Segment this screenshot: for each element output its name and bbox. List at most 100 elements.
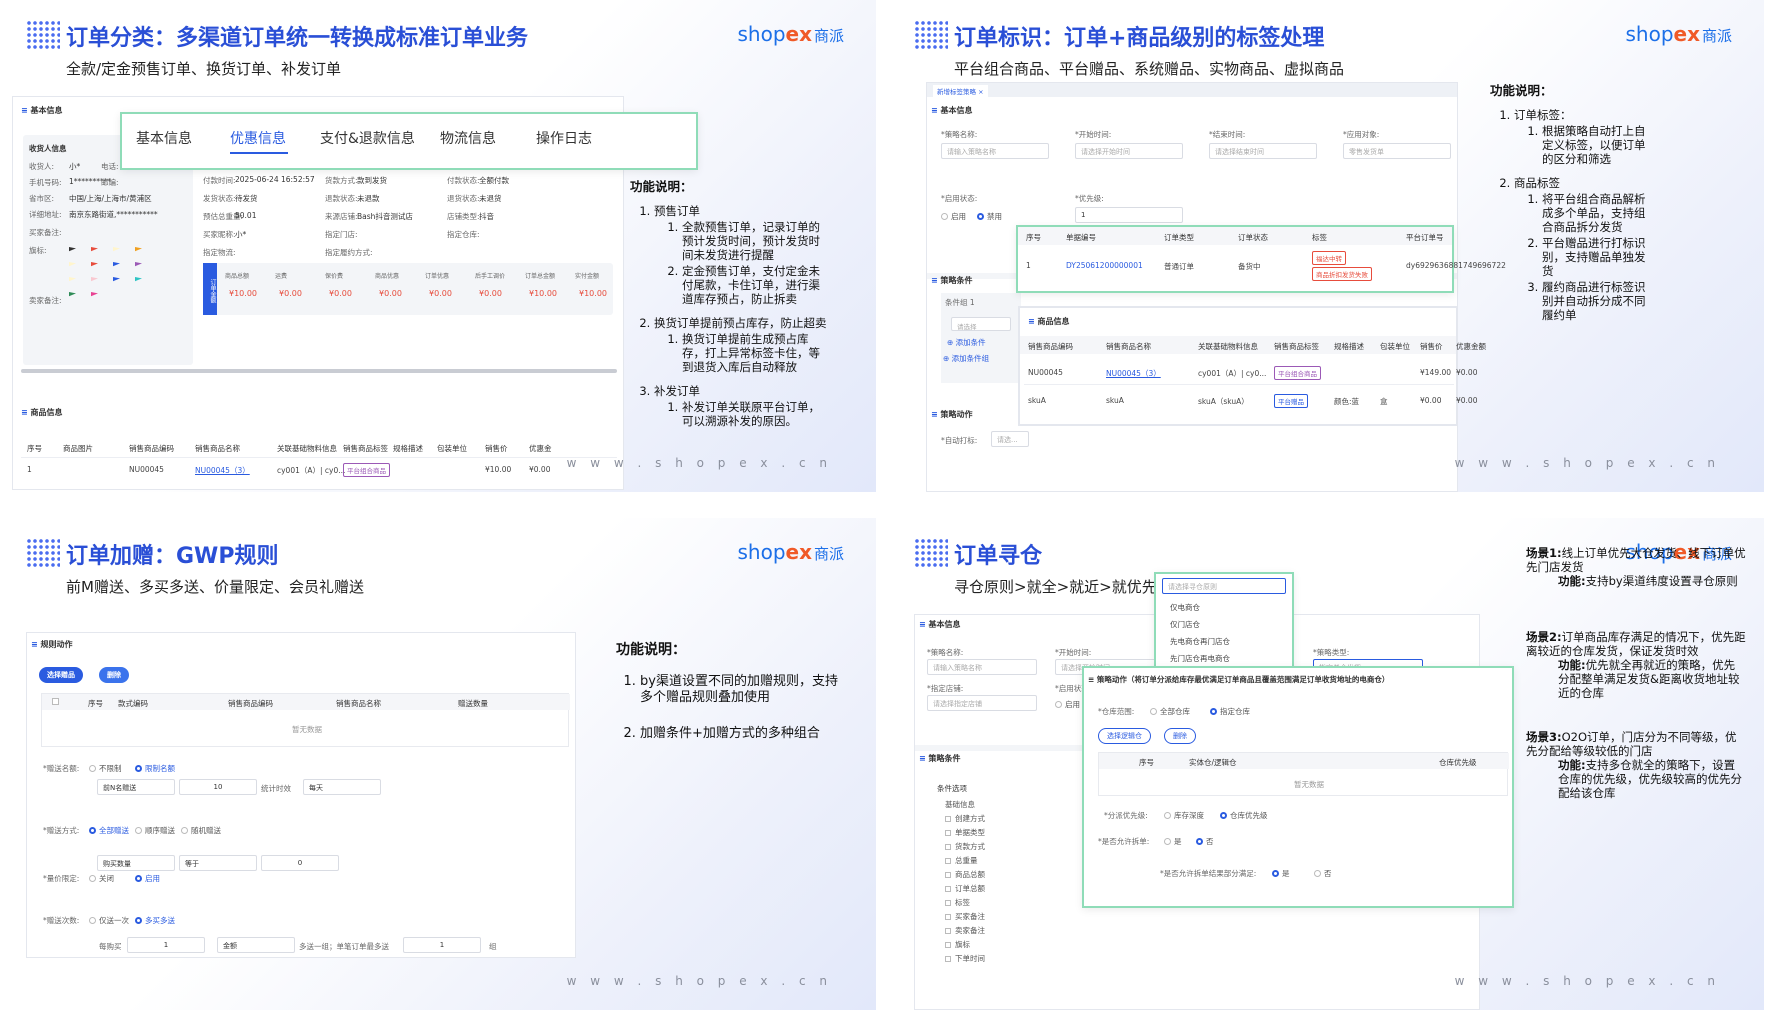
- goods-cell[interactable]: NU00045（3）: [195, 465, 250, 476]
- cond-select[interactable]: 请选择: [951, 317, 1011, 331]
- rule-option[interactable]: 仅电商仓: [1170, 602, 1200, 613]
- strategy-field-input[interactable]: 请选择结束时间: [1209, 143, 1317, 159]
- topn-select[interactable]: 前N名赠送: [97, 779, 175, 795]
- buy-qty-select[interactable]: 购买数量: [97, 855, 175, 871]
- radio-specified-wh[interactable]: 指定仓库: [1210, 706, 1250, 717]
- strategy-field-input[interactable]: 请输入策略名称: [941, 143, 1049, 159]
- radio-enable[interactable]: 启用: [941, 211, 966, 222]
- order-cell[interactable]: DY25061200000001: [1066, 261, 1143, 270]
- strategy-field-input[interactable]: 请选择开始时间: [1075, 143, 1183, 159]
- select-logic-wh-button[interactable]: 选择逻辑仓: [1098, 728, 1151, 744]
- cond-checkbox[interactable]: [945, 886, 951, 892]
- tab-1[interactable]: 优惠信息: [230, 128, 286, 148]
- flag-icon[interactable]: [91, 277, 98, 282]
- rule-radio[interactable]: 多买多送: [135, 915, 175, 926]
- topn-input[interactable]: 10: [179, 779, 257, 795]
- delete-button[interactable]: 删除: [1164, 728, 1196, 744]
- stat-select[interactable]: 每天: [303, 779, 381, 795]
- rule-radio[interactable]: 随机赠送: [181, 825, 221, 836]
- rule-radio[interactable]: 关闭: [89, 873, 114, 884]
- rule-radio[interactable]: 仅送一次: [89, 915, 129, 926]
- amount-select[interactable]: 金额: [217, 937, 295, 953]
- flag-icon[interactable]: [91, 292, 98, 297]
- add-condition-link[interactable]: ⊕ 添加条件: [947, 337, 986, 348]
- cond-item[interactable]: 旗标: [945, 939, 970, 950]
- cond-checkbox[interactable]: [945, 942, 951, 948]
- cond-item[interactable]: 创建方式: [945, 813, 985, 824]
- rule-select[interactable]: 请选择寻仓原则: [1162, 578, 1286, 594]
- flag-icon[interactable]: [135, 262, 142, 267]
- cond-item[interactable]: 基础信息: [945, 799, 975, 810]
- flag-icon[interactable]: [69, 247, 76, 252]
- radio-enable[interactable]: 启用: [1055, 699, 1080, 710]
- cond-checkbox[interactable]: [945, 816, 951, 822]
- strategy-field-input[interactable]: 零售发货单: [1343, 143, 1451, 159]
- tab-4[interactable]: 操作日志: [536, 128, 592, 148]
- shop-select[interactable]: 请选择指定店铺: [927, 695, 1037, 711]
- cond-item[interactable]: 卖家备注: [945, 925, 985, 936]
- goods-cell[interactable]: NU00045（3）: [1106, 368, 1161, 379]
- radio-all-wh[interactable]: 全部仓库: [1150, 706, 1190, 717]
- cond-checkbox[interactable]: [945, 830, 951, 836]
- rule-option[interactable]: 仅门店仓: [1170, 619, 1200, 630]
- order-field-label: 付款时间:: [203, 176, 236, 185]
- rule-radio[interactable]: 不限制: [89, 763, 122, 774]
- add-condition-group-link[interactable]: ⊕ 添加条件组: [943, 353, 989, 364]
- rule-radio[interactable]: 顺序赠送: [135, 825, 175, 836]
- tab-3[interactable]: 物流信息: [440, 128, 496, 148]
- cond-item[interactable]: 标签: [945, 897, 970, 908]
- radio-split-no[interactable]: 否: [1196, 836, 1214, 847]
- rule-radio[interactable]: 全部赠送: [89, 825, 129, 836]
- priority-input[interactable]: 1: [1075, 207, 1183, 223]
- auto-tag-select[interactable]: 请选...: [991, 431, 1029, 447]
- tab-0[interactable]: 基本信息: [136, 128, 192, 148]
- threshold-input[interactable]: 0: [261, 855, 339, 871]
- cond-checkbox[interactable]: [945, 872, 951, 878]
- delete-button[interactable]: 删除: [99, 667, 129, 683]
- flag-icon[interactable]: [113, 247, 120, 252]
- flag-icon[interactable]: [91, 247, 98, 252]
- select-all-checkbox[interactable]: [52, 698, 59, 705]
- flag-icon[interactable]: [69, 292, 76, 297]
- cond-item[interactable]: 下单时间: [945, 953, 985, 964]
- per-buy-input[interactable]: 1: [127, 937, 205, 953]
- goods-col-header: 销售商品标签: [1274, 342, 1319, 351]
- radio-split-yes[interactable]: 是: [1164, 836, 1182, 847]
- cond-item[interactable]: 总重量: [945, 855, 978, 866]
- radio-partial-no[interactable]: 否: [1314, 868, 1332, 879]
- cond-item[interactable]: 货款方式: [945, 841, 985, 852]
- flag-icon[interactable]: [135, 247, 142, 252]
- tab-2[interactable]: 支付&退款信息: [320, 128, 415, 148]
- cond-checkbox[interactable]: [945, 956, 951, 962]
- cond-item[interactable]: 单据类型: [945, 827, 985, 838]
- rule-option[interactable]: 先门店仓再电商仓: [1170, 653, 1230, 664]
- radio-partial-yes[interactable]: 是: [1272, 868, 1290, 879]
- rule-radio[interactable]: 启用: [135, 873, 160, 884]
- goods-cell: ¥0.00: [1456, 368, 1478, 377]
- cond-item[interactable]: 买家备注: [945, 911, 985, 922]
- rule-radio[interactable]: 限制名额: [135, 763, 175, 774]
- cond-item[interactable]: 订单总额: [945, 883, 985, 894]
- max-group-input[interactable]: 1: [403, 937, 481, 953]
- operator-select[interactable]: 等于: [179, 855, 257, 871]
- cond-checkbox[interactable]: [945, 928, 951, 934]
- flag-icon[interactable]: [113, 262, 120, 267]
- flag-icon[interactable]: [91, 262, 98, 267]
- flag-icon[interactable]: [69, 262, 76, 267]
- radio-disable[interactable]: 禁用: [977, 211, 1002, 222]
- select-gift-button[interactable]: 选择赠品: [39, 667, 83, 683]
- rule-option[interactable]: 先电商仓再门店仓: [1170, 636, 1230, 647]
- h-scrollbar[interactable]: [21, 369, 617, 373]
- name-input[interactable]: 请输入策略名称: [927, 659, 1037, 675]
- cond-checkbox[interactable]: [945, 900, 951, 906]
- radio-stock-depth[interactable]: 库存深度: [1164, 810, 1204, 821]
- radio-wh-priority[interactable]: 仓库优先级: [1220, 810, 1268, 821]
- flag-icon[interactable]: [113, 277, 120, 282]
- flag-icon[interactable]: [69, 277, 76, 282]
- cond-checkbox[interactable]: [945, 844, 951, 850]
- cond-item[interactable]: 商品总额: [945, 869, 985, 880]
- cond-checkbox[interactable]: [945, 858, 951, 864]
- tab-new-strategy[interactable]: 新增标签策略 ×: [933, 85, 988, 97]
- cond-checkbox[interactable]: [945, 914, 951, 920]
- flag-icon[interactable]: [135, 277, 142, 282]
